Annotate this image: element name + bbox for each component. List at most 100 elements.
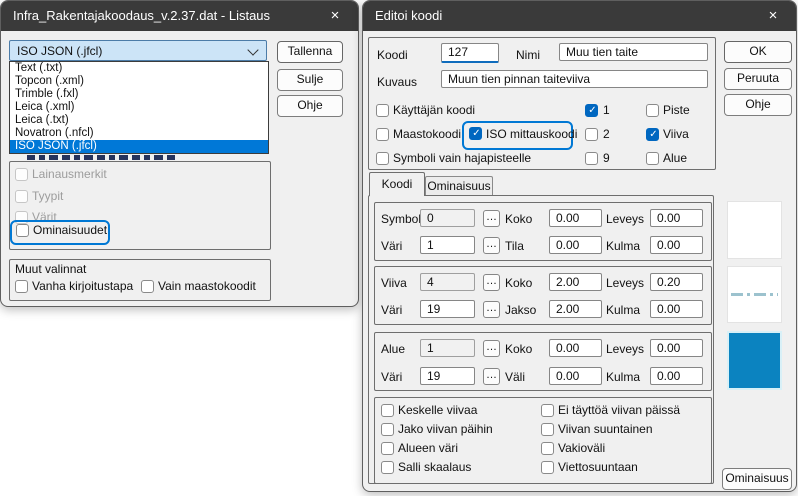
alue-label: Alue (663, 152, 687, 165)
koko-label: Koko (505, 343, 532, 356)
kulma-input[interactable]: 0.00 (650, 367, 703, 385)
maastokoodi-checkbox[interactable] (376, 128, 389, 141)
ominaisuudet-checkbox[interactable] (16, 224, 29, 237)
vanha-kirjoitustapa-checkbox[interactable] (15, 280, 28, 293)
alue-browse-button[interactable]: … (483, 340, 500, 357)
vain-maastokoodit-checkbox[interactable] (141, 280, 154, 293)
ei-tayttoa-checkbox[interactable] (541, 404, 554, 417)
lainausmerkit-label: Lainausmerkit (32, 168, 107, 181)
viivan-suuntainen-checkbox[interactable] (541, 423, 554, 436)
piste-checkbox[interactable] (646, 104, 659, 117)
jako-viivan-paihin-checkbox[interactable] (381, 423, 394, 436)
koko-input[interactable]: 2.00 (549, 273, 602, 291)
jakso-label: Jakso (505, 304, 536, 317)
leveys-label: Leveys (606, 277, 644, 290)
line-preview (727, 266, 782, 323)
tallenna-button[interactable]: Tallenna (277, 41, 343, 63)
varit-checkbox (15, 211, 28, 224)
ominaisuus-button[interactable]: Ominaisuus (722, 468, 792, 490)
keskelle-viivaa-checkbox[interactable] (381, 404, 394, 417)
ok-button[interactable]: OK (724, 41, 792, 63)
koko-label: Koko (505, 277, 532, 290)
peruuta-button[interactable]: Peruuta (724, 68, 792, 90)
iso-mittauskoodi-checkbox[interactable] (469, 127, 482, 140)
editoi-titlebar: Editoi koodi × (363, 1, 796, 31)
jakso-input[interactable]: 2.00 (549, 300, 602, 318)
leveys-input[interactable]: 0.20 (650, 273, 703, 291)
editoi-dialog-title: Editoi koodi (375, 1, 442, 31)
keskelle-viivaa-label: Keskelle viivaa (398, 404, 477, 417)
leveys-input[interactable]: 0.00 (650, 209, 703, 227)
layer-9-label: 9 (603, 152, 610, 165)
vari-browse-button[interactable]: … (483, 301, 500, 318)
kulma-input[interactable]: 0.00 (650, 236, 703, 254)
layer-9-checkbox[interactable] (585, 152, 598, 165)
viiva-checkbox[interactable] (646, 128, 659, 141)
leveys-input[interactable]: 0.00 (650, 339, 703, 357)
format-combobox[interactable]: ISO JSON (.jfcl) (9, 40, 267, 61)
koodi-input[interactable]: 127 (441, 43, 499, 63)
koko-input[interactable]: 0.00 (549, 339, 602, 357)
clipped-group-caption (27, 155, 175, 160)
nimi-label: Nimi (516, 49, 540, 62)
viiva-type-input: 4 (420, 273, 475, 291)
dropdown-item[interactable]: Leica (.txt) (10, 114, 268, 127)
ohje-button[interactable]: Ohje (724, 94, 792, 116)
vali-input[interactable]: 0.00 (549, 367, 602, 385)
tyypit-label: Tyypit (32, 190, 63, 203)
viivan-suuntainen-label: Viivan suuntainen (558, 423, 653, 436)
vari-browse-button[interactable]: … (483, 237, 500, 254)
vali-label: Väli (505, 371, 525, 384)
layer-2-checkbox[interactable] (585, 128, 598, 141)
dropdown-item[interactable]: Novatron (.nfcl) (10, 127, 268, 140)
viiva-label: Viiva (663, 128, 689, 141)
kulma-label: Kulma (606, 371, 640, 384)
kuvaus-input[interactable]: Muun tien pinnan taiteviiva (441, 70, 708, 88)
salli-skaalaus-checkbox[interactable] (381, 461, 394, 474)
muut-valinnat-caption: Muut valinnat (15, 263, 86, 276)
tab-koodi[interactable]: Koodi (369, 172, 425, 196)
koko-input[interactable]: 0.00 (549, 209, 602, 227)
viiva-browse-button[interactable]: … (483, 274, 500, 291)
iso-mittauskoodi-label: ISO mittauskoodi (486, 128, 577, 141)
layer-1-label: 1 (603, 104, 610, 117)
leveys-label: Leveys (606, 213, 644, 226)
viettosuuntaan-label: Viettosuuntaan (558, 461, 638, 474)
vain-maastokoodit-label: Vain maastokoodit (158, 280, 256, 293)
vari-input[interactable]: 19 (420, 367, 475, 385)
symboli-browse-button[interactable]: … (483, 210, 500, 227)
dropdown-item[interactable]: Leica (.xml) (10, 101, 268, 114)
dropdown-item-selected[interactable]: ISO JSON (.jfcl) (10, 140, 268, 153)
tila-input[interactable]: 0.00 (549, 236, 602, 254)
kulma-input[interactable]: 0.00 (650, 300, 703, 318)
symboli-vain-hajapisteelle-checkbox[interactable] (376, 152, 389, 165)
vari-input[interactable]: 19 (420, 300, 475, 318)
tab-ominaisuus[interactable]: Ominaisuus (425, 176, 493, 195)
dropdown-item[interactable]: Topcon (.xml) (10, 75, 268, 88)
vari-browse-button[interactable]: … (483, 368, 500, 385)
close-icon[interactable]: × (756, 1, 790, 31)
vari-input[interactable]: 1 (420, 236, 475, 254)
alueen-vari-checkbox[interactable] (381, 442, 394, 455)
close-icon[interactable]: × (318, 1, 352, 31)
listaus-dialog-title: Infra_Rakentajakoodaus_v.2.37.dat - List… (13, 1, 270, 31)
alue-checkbox[interactable] (646, 152, 659, 165)
kulma-label: Kulma (606, 304, 640, 317)
vakiovali-checkbox[interactable] (541, 442, 554, 455)
leveys-label: Leveys (606, 343, 644, 356)
nimi-input[interactable]: Muu tien taite (559, 43, 708, 61)
sulje-button[interactable]: Sulje (277, 69, 343, 91)
format-combobox-value: ISO JSON (.jfcl) (17, 44, 102, 58)
vanha-kirjoitustapa-label: Vanha kirjoitustapa (32, 280, 133, 293)
dropdown-item[interactable]: Trimble (.fxl) (10, 88, 268, 101)
layer-1-checkbox[interactable] (585, 104, 598, 117)
symbol-preview (727, 201, 782, 259)
ohje-button[interactable]: Ohje (277, 95, 343, 117)
alue-type-input: 1 (420, 339, 475, 357)
kayttajan-koodi-checkbox[interactable] (376, 104, 389, 117)
jako-viivan-paihin-label: Jako viivan päihin (398, 423, 493, 436)
salli-skaalaus-label: Salli skaalaus (398, 461, 471, 474)
dropdown-item[interactable]: Text (.txt) (10, 62, 268, 75)
area-preview (727, 331, 782, 390)
viettosuuntaan-checkbox[interactable] (541, 461, 554, 474)
